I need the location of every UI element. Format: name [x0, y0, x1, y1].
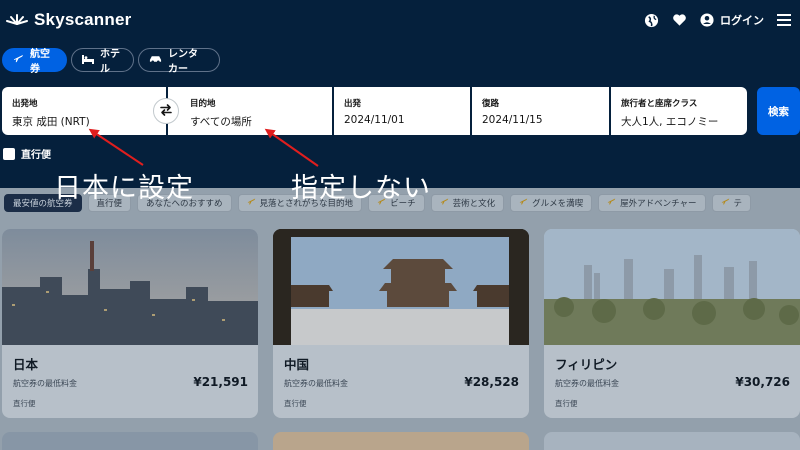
origin-value: 東京 成田 (NRT) — [12, 116, 90, 128]
destination-value: すべての場所 — [190, 116, 252, 128]
car-icon — [149, 54, 162, 67]
card-image-skyline — [544, 229, 800, 345]
plane-icon — [440, 197, 449, 209]
return-label: 復路 — [482, 99, 500, 109]
login-button[interactable]: ログイン — [699, 12, 764, 28]
plane-icon — [607, 197, 616, 209]
tab-car-hire[interactable]: レンタカー — [138, 48, 220, 75]
heart-icon[interactable] — [671, 12, 687, 28]
annotation-arrow-destination — [264, 128, 319, 167]
globe-icon[interactable] — [643, 12, 659, 28]
direct-flights-option[interactable]: 直行便 — [3, 146, 51, 161]
depart-value: 2024/11/01 — [344, 114, 405, 126]
product-tabs: 航空券 ホテル レンタカー — [2, 48, 220, 75]
travellers-value: 大人1人, エコノミー — [621, 116, 719, 128]
depart-date-field[interactable]: 出発 2024/11/01 — [334, 87, 470, 135]
card-title: 日本 — [13, 357, 39, 372]
swap-button[interactable] — [153, 98, 179, 124]
chip-more[interactable]: テ — [711, 194, 752, 212]
card-title: 中国 — [284, 357, 310, 372]
destination-card-partial[interactable] — [2, 432, 258, 450]
chip-label: 屋外アドベンチャー — [620, 199, 697, 209]
card-price: ¥21,591 — [193, 375, 248, 389]
plane-icon — [721, 197, 730, 209]
annotation-set-japan: 日本に設定 — [54, 173, 194, 204]
destination-card-partial[interactable] — [273, 432, 529, 450]
chip-label: テ — [733, 199, 743, 209]
card-subtitle: 航空券の最低料金 — [555, 379, 619, 388]
sunrise-logo-icon — [4, 11, 30, 30]
card-subtitle: 航空券の最低料金 — [284, 379, 348, 388]
chip-label: グルメを満喫 — [532, 199, 584, 209]
bed-icon — [82, 54, 94, 67]
origin-field[interactable]: 出発地 東京 成田 (NRT) — [2, 87, 166, 135]
swap-arrows-icon — [159, 102, 173, 121]
chip-art-culture[interactable]: 芸術と文化 — [430, 194, 505, 212]
chip-outdoor[interactable]: 屋外アドベンチャー — [598, 194, 706, 212]
tab-label: ホテル — [100, 49, 120, 75]
travellers-field[interactable]: 旅行者と座席クラス 大人1人, エコノミー — [611, 87, 747, 135]
destination-card-china[interactable]: 中国 航空券の最低料金 ¥28,528 直行便 — [273, 229, 529, 418]
tab-flights[interactable]: 航空券 — [2, 48, 67, 75]
brand-name: Skyscanner — [34, 10, 132, 29]
login-label: ログイン — [720, 14, 764, 27]
card-tag: 直行便 — [284, 399, 307, 408]
destination-card-partial[interactable] — [544, 432, 800, 450]
card-price: ¥28,528 — [464, 375, 519, 389]
travellers-label: 旅行者と座席クラス — [621, 99, 698, 109]
card-tag: 直行便 — [555, 399, 578, 408]
destination-field[interactable]: 目的地 すべての場所 — [168, 87, 332, 135]
card-tag: 直行便 — [13, 399, 36, 408]
tab-hotels[interactable]: ホテル — [71, 48, 134, 75]
annotation-no-destination: 指定しない — [291, 173, 431, 204]
skyscanner-logo[interactable]: Skyscanner — [4, 10, 131, 30]
chip-gourmet[interactable]: グルメを満喫 — [510, 194, 593, 212]
tab-label: 航空券 — [30, 49, 50, 75]
depart-label: 出発 — [344, 99, 362, 109]
chip-label: 芸術と文化 — [452, 199, 496, 209]
plane-icon — [519, 197, 528, 209]
return-date-field[interactable]: 復路 2024/11/15 — [472, 87, 609, 135]
plane-icon — [247, 197, 256, 209]
direct-flights-label: 直行便 — [21, 150, 51, 161]
card-image-city-night — [2, 229, 258, 345]
card-subtitle: 航空券の最低料金 — [13, 379, 77, 388]
menu-icon[interactable] — [776, 12, 792, 28]
origin-label: 出発地 — [12, 99, 38, 109]
search-button[interactable]: 検索 — [757, 87, 800, 135]
destination-label: 目的地 — [190, 99, 216, 109]
return-value: 2024/11/15 — [482, 114, 543, 126]
plane-icon — [13, 53, 24, 67]
card-title: フィリピン — [555, 357, 618, 372]
destination-card-japan[interactable]: 日本 航空券の最低料金 ¥21,591 直行便 — [2, 229, 258, 418]
tab-label: レンタカー — [168, 49, 198, 75]
card-price: ¥30,726 — [735, 375, 790, 389]
user-icon — [699, 12, 715, 28]
annotation-arrow-origin — [88, 128, 144, 166]
destination-card-philippines[interactable]: フィリピン 航空券の最低料金 ¥30,726 直行便 — [544, 229, 800, 418]
card-image-palace — [273, 229, 529, 345]
header-actions: ログイン — [643, 12, 792, 28]
direct-flights-checkbox[interactable] — [3, 147, 15, 160]
